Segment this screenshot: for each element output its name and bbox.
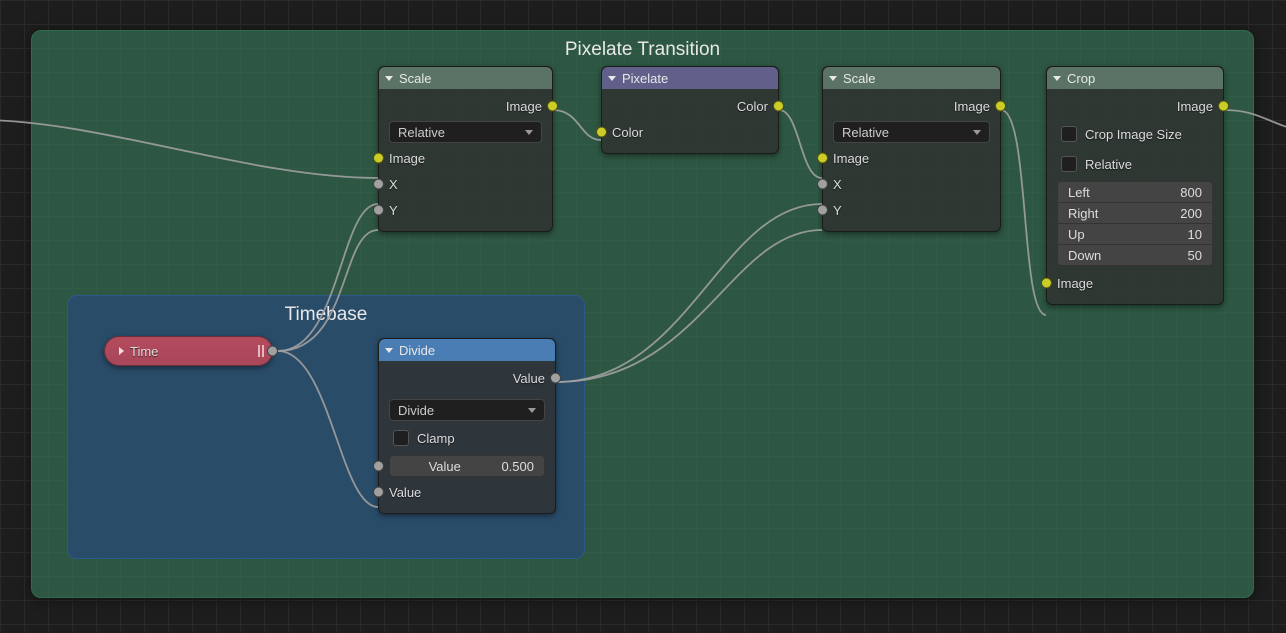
- node-title: Time: [130, 344, 158, 359]
- field-label: Right: [1068, 206, 1098, 221]
- collapse-toggle-icon[interactable]: [1053, 76, 1061, 81]
- socket-in-image[interactable]: [817, 153, 828, 164]
- field-value: 200: [1180, 206, 1202, 221]
- output-label: Value: [513, 371, 545, 386]
- field-label: Up: [1068, 227, 1085, 242]
- input-label: X: [833, 177, 842, 192]
- socket-out-image[interactable]: [547, 101, 558, 112]
- checkbox-label: Crop Image Size: [1085, 127, 1182, 142]
- field-label: Value: [394, 459, 495, 474]
- socket-in-color[interactable]: [596, 127, 607, 138]
- node-header[interactable]: Crop: [1047, 67, 1223, 89]
- input-label: Image: [389, 151, 425, 166]
- socket-in-image[interactable]: [373, 153, 384, 164]
- field-label: Left: [1068, 185, 1090, 200]
- node-title: Crop: [1067, 71, 1095, 86]
- crop-left-field[interactable]: Left 800: [1057, 181, 1213, 203]
- node-pixelate[interactable]: Pixelate Color Color: [601, 66, 779, 154]
- node-header[interactable]: Pixelate: [602, 67, 778, 89]
- node-scale-1[interactable]: Scale Image Relative Image X Y: [378, 66, 553, 232]
- input-label: Y: [833, 203, 842, 218]
- chevron-down-icon: [528, 408, 536, 413]
- node-divide[interactable]: Divide Value Divide Clamp Value 0.500 Va…: [378, 338, 556, 514]
- socket-in-value-a[interactable]: [373, 461, 384, 472]
- checkbox-label: Relative: [1085, 157, 1132, 172]
- field-value: 50: [1188, 248, 1202, 263]
- dropdown-value: Relative: [842, 125, 889, 140]
- crop-up-field[interactable]: Up 10: [1057, 223, 1213, 245]
- output-label: Color: [737, 99, 768, 114]
- node-header[interactable]: Divide: [379, 339, 555, 361]
- socket-in-value-b[interactable]: [373, 487, 384, 498]
- drag-handle-icon[interactable]: [258, 345, 264, 357]
- input-label: X: [389, 177, 398, 192]
- node-scale-2[interactable]: Scale Image Relative Image X Y: [822, 66, 1001, 232]
- output-label: Image: [506, 99, 542, 114]
- scale-mode-dropdown[interactable]: Relative: [833, 121, 990, 143]
- field-value: 10: [1188, 227, 1202, 242]
- value-a-field[interactable]: Value 0.500: [389, 455, 545, 477]
- node-title: Scale: [399, 71, 432, 86]
- dropdown-value: Relative: [398, 125, 445, 140]
- socket-in-y[interactable]: [373, 205, 384, 216]
- socket-in-y[interactable]: [817, 205, 828, 216]
- input-label: Image: [1057, 276, 1093, 291]
- chevron-down-icon: [525, 130, 533, 135]
- scale-mode-dropdown[interactable]: Relative: [389, 121, 542, 143]
- collapse-toggle-icon[interactable]: [119, 347, 124, 355]
- crop-image-size-checkbox[interactable]: [1061, 126, 1077, 142]
- node-title: Pixelate: [622, 71, 668, 86]
- checkbox-label: Clamp: [417, 431, 455, 446]
- socket-in-x[interactable]: [817, 179, 828, 190]
- node-time[interactable]: Time: [104, 336, 273, 366]
- output-label: Image: [1177, 99, 1213, 114]
- node-crop[interactable]: Crop Image Crop Image Size Relative Left…: [1046, 66, 1224, 305]
- clamp-checkbox[interactable]: [393, 430, 409, 446]
- input-label: Color: [612, 125, 643, 140]
- socket-out-value[interactable]: [550, 373, 561, 384]
- node-title: Divide: [399, 343, 435, 358]
- input-label: Value: [389, 485, 421, 500]
- node-header[interactable]: Scale: [823, 67, 1000, 89]
- socket-out-color[interactable]: [773, 101, 784, 112]
- node-header[interactable]: Scale: [379, 67, 552, 89]
- collapse-toggle-icon[interactable]: [385, 348, 393, 353]
- operation-dropdown[interactable]: Divide: [389, 399, 545, 421]
- dropdown-value: Divide: [398, 403, 434, 418]
- node-title: Scale: [843, 71, 876, 86]
- socket-in-x[interactable]: [373, 179, 384, 190]
- input-label: Image: [833, 151, 869, 166]
- collapse-toggle-icon[interactable]: [385, 76, 393, 81]
- field-value: 0.500: [501, 459, 534, 474]
- crop-down-field[interactable]: Down 50: [1057, 244, 1213, 266]
- socket-out-image[interactable]: [1218, 101, 1229, 112]
- field-value: 800: [1180, 185, 1202, 200]
- field-label: Down: [1068, 248, 1101, 263]
- relative-checkbox[interactable]: [1061, 156, 1077, 172]
- collapse-toggle-icon[interactable]: [608, 76, 616, 81]
- chevron-down-icon: [973, 130, 981, 135]
- input-label: Y: [389, 203, 398, 218]
- output-label: Image: [954, 99, 990, 114]
- socket-out-image[interactable]: [995, 101, 1006, 112]
- socket-out-value[interactable]: [267, 346, 278, 357]
- socket-in-image[interactable]: [1041, 278, 1052, 289]
- crop-right-field[interactable]: Right 200: [1057, 202, 1213, 224]
- collapse-toggle-icon[interactable]: [829, 76, 837, 81]
